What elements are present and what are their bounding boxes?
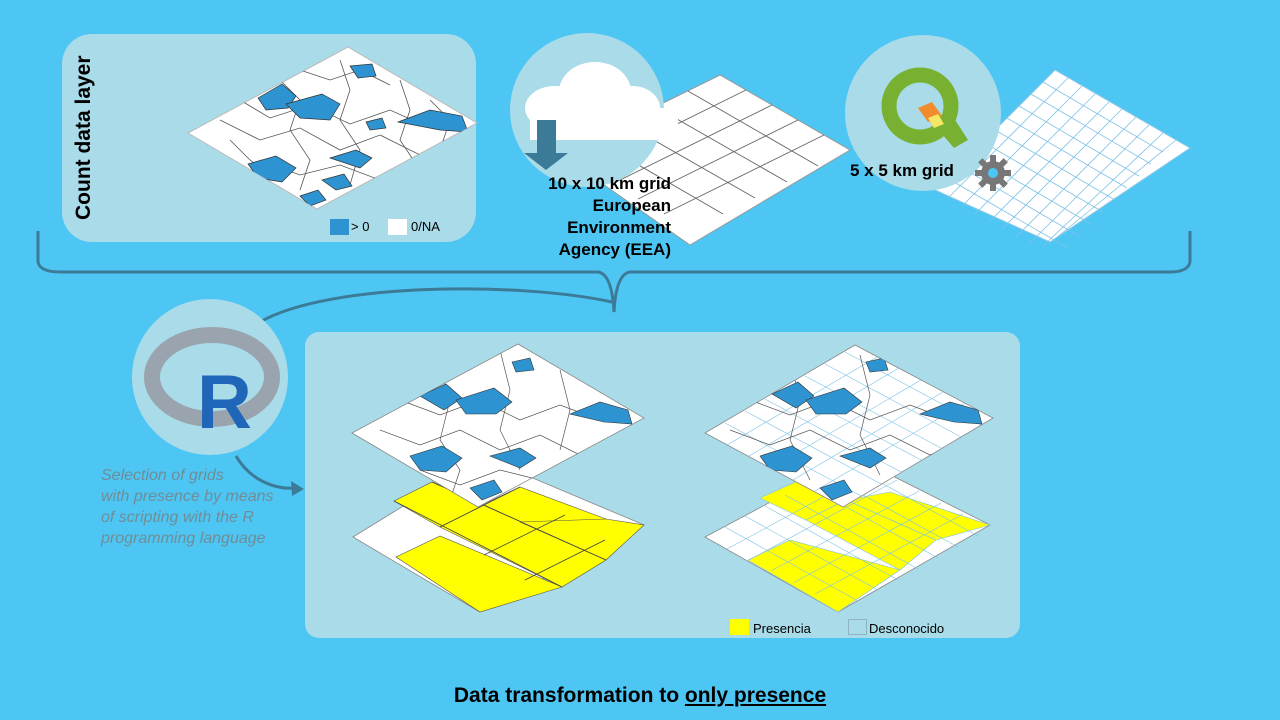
eea-grid-label: 10 x 10 km grid European Environment Age… [470, 173, 671, 261]
qgis-grid-label: 5 x 5 km grid [850, 161, 954, 180]
legend-label-positive: > 0 [351, 219, 370, 234]
count-map [186, 46, 479, 210]
gear-icon [975, 155, 1011, 191]
legend-label-desconocido: Desconocido [869, 621, 945, 636]
connector-curve [259, 287, 613, 324]
legend-swatch-positive [330, 219, 349, 235]
eea-grid-label-line1: 10 x 10 km grid [548, 174, 671, 193]
result-left-stack [351, 343, 645, 613]
r-caption-line3: of scripting with the R [101, 509, 254, 526]
eea-grid-label-line4: Agency (EEA) [558, 240, 671, 259]
footer-title-prefix: Data transformation to [453, 684, 685, 707]
legend-swatch-desconocido [848, 619, 867, 635]
footer-title-emphasis: only presence [684, 684, 827, 707]
r-caption: Selection of grids with presence by mean… [101, 465, 306, 549]
legend-label-zero: 0/NA [411, 219, 440, 234]
footer-title: Data transformation to only presence [0, 684, 1280, 708]
eea-grid-label-line2: European [592, 196, 671, 215]
legend-swatch-zero [388, 219, 407, 235]
result-right-stack [704, 344, 994, 613]
svg-text:R: R [197, 360, 252, 445]
legend-swatch-presencia [730, 619, 749, 635]
r-caption-line2: with presence by means [101, 488, 274, 505]
r-caption-line4: programming language [101, 530, 266, 547]
eea-grid-label-line3: Environment [567, 218, 671, 237]
r-logo-icon: R [132, 299, 288, 455]
legend-label-presencia: Presencia [753, 621, 811, 636]
r-caption-line1: Selection of grids [101, 467, 224, 484]
diagram-canvas: R [36, 33, 1192, 613]
